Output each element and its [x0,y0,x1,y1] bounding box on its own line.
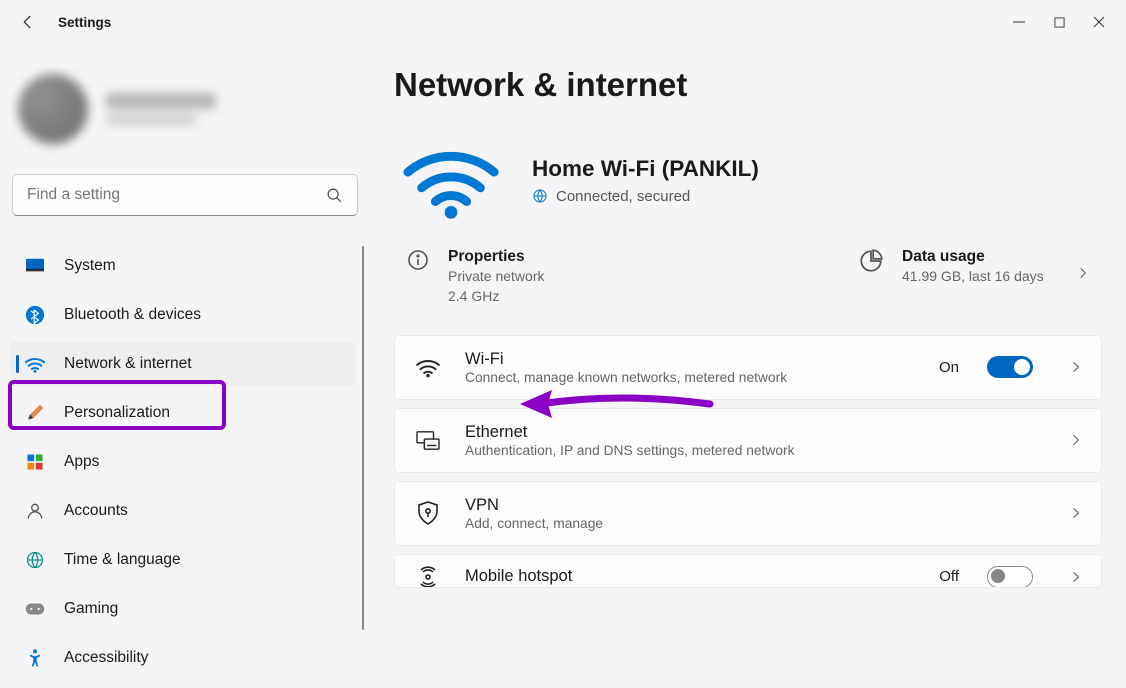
sidebar-item-accounts[interactable]: Accounts [10,489,356,533]
properties-band: 2.4 GHz [448,286,544,306]
minimize-button[interactable] [1012,15,1026,29]
sidebar-item-network[interactable]: Network & internet [10,342,356,386]
sidebar-item-apps[interactable]: Apps [10,440,356,484]
wifi-card-sub: Connect, manage known networks, metered … [465,370,917,385]
connection-name: Home Wi-Fi (PANKIL) [532,156,759,182]
hotspot-toggle-label: Off [939,568,959,585]
wifi-toggle-label: On [939,359,959,376]
sidebar-item-bluetooth[interactable]: Bluetooth & devices [10,293,356,337]
properties-label: Properties [448,248,544,266]
profile-name [106,93,216,125]
sidebar-item-label: Apps [64,453,99,471]
wifi-toggle[interactable] [987,356,1033,378]
vpn-icon [413,500,443,526]
wifi-card-icon [413,356,443,378]
connection-status: Connected, secured [556,188,690,205]
data-usage-icon [858,248,884,274]
info-icon [406,248,430,272]
chevron-right-icon [1076,248,1090,280]
wifi-card-title: Wi-Fi [465,350,917,369]
sidebar-item-personalization[interactable]: Personalization [10,391,356,435]
vpn-card-title: VPN [465,496,1047,515]
page-title: Network & internet [394,66,1102,104]
close-icon [1093,16,1105,28]
vpn-card-sub: Add, connect, manage [465,516,1047,531]
ethernet-card-sub: Authentication, IP and DNS settings, met… [465,443,1047,458]
sidebar-item-label: Network & internet [64,355,192,373]
vpn-card[interactable]: VPN Add, connect, manage [394,481,1102,546]
globe-icon [532,188,548,204]
sidebar-item-label: Time & language [64,551,181,569]
back-arrow-icon [19,13,37,31]
sidebar-item-label: System [64,257,116,275]
accessibility-icon [24,647,46,669]
properties-nettype: Private network [448,266,544,286]
main-content: Network & internet Home Wi-Fi (PANKIL) C… [370,44,1126,688]
sidebar-item-label: Accessibility [64,649,148,667]
connection-hero: Home Wi-Fi (PANKIL) Connected, secured [394,140,1102,220]
ethernet-card[interactable]: Ethernet Authentication, IP and DNS sett… [394,408,1102,473]
sidebar-item-label: Personalization [64,404,170,422]
sidebar-item-time-language[interactable]: Time & language [10,538,356,582]
close-button[interactable] [1092,15,1106,29]
sidebar: System Bluetooth & devices Network & int… [0,44,370,688]
maximize-button[interactable] [1052,15,1066,29]
chevron-right-icon [1069,433,1083,447]
avatar [18,74,88,144]
hotspot-card-title: Mobile hotspot [465,567,917,586]
data-usage-label: Data usage [902,248,1044,266]
sidebar-item-gaming[interactable]: Gaming [10,587,356,631]
sidebar-item-label: Accounts [64,502,128,520]
hotspot-toggle[interactable] [987,566,1033,588]
nav-list: System Bluetooth & devices Network & int… [8,244,362,680]
mobile-hotspot-card[interactable]: Mobile hotspot Off [394,554,1102,588]
chevron-right-icon [1069,506,1083,520]
back-button[interactable] [14,8,42,36]
window-controls [1012,15,1126,29]
search-icon [326,187,343,204]
sidebar-item-label: Bluetooth & devices [64,306,201,324]
ethernet-card-title: Ethernet [465,423,1047,442]
sidebar-item-system[interactable]: System [10,244,356,288]
window-title: Settings [58,15,111,30]
gaming-icon [24,598,46,620]
accounts-icon [24,500,46,522]
system-icon [24,255,46,277]
chevron-right-icon [1069,360,1083,374]
bluetooth-icon [24,304,46,326]
chevron-right-icon [1069,570,1083,584]
sidebar-item-accessibility[interactable]: Accessibility [10,636,356,680]
apps-icon [24,451,46,473]
hotspot-icon [413,565,443,588]
wifi-card[interactable]: Wi-Fi Connect, manage known networks, me… [394,335,1102,400]
wifi-large-icon [402,140,500,220]
sidebar-item-label: Gaming [64,600,118,618]
wifi-icon [24,353,46,375]
data-usage-detail: 41.99 GB, last 16 days [902,266,1044,286]
time-language-icon [24,549,46,571]
properties-data-row[interactable]: Properties Private network 2.4 GHz Data … [394,248,1102,335]
maximize-icon [1054,17,1065,28]
profile-block[interactable] [8,44,362,174]
ethernet-icon [413,429,443,451]
minimize-icon [1013,16,1025,28]
search-box[interactable] [12,174,358,216]
search-input[interactable] [27,186,326,204]
titlebar: Settings [0,0,1126,44]
personalization-icon [24,402,46,424]
